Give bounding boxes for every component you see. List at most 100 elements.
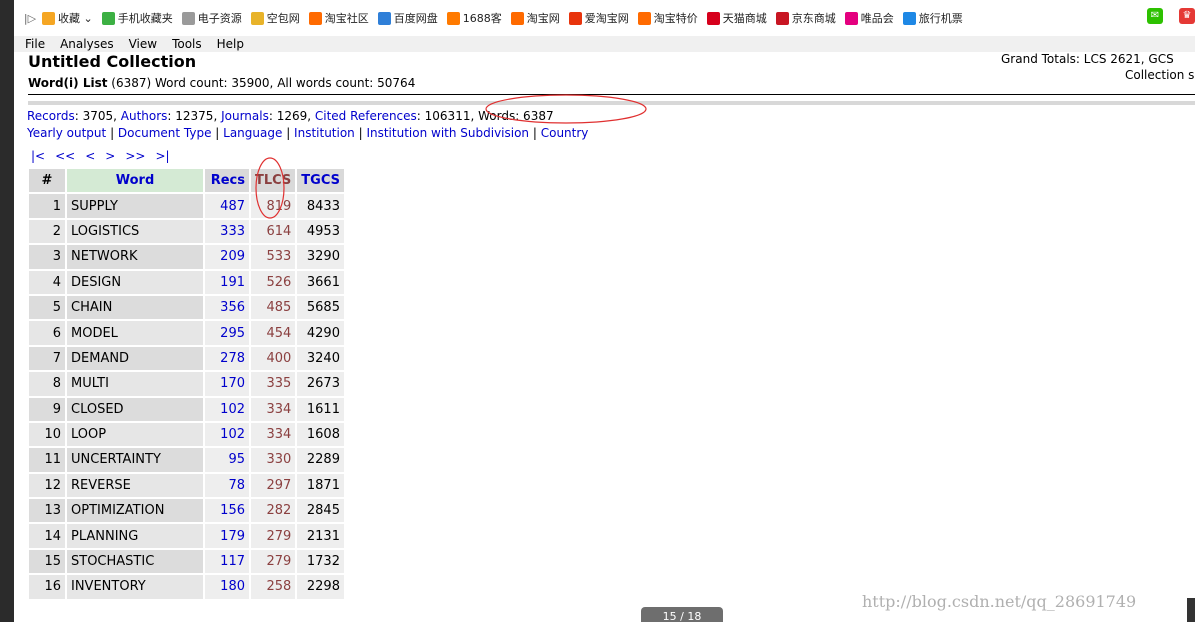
scrollbar-edge[interactable] [1187, 598, 1195, 622]
word-cell[interactable]: UNCERTAINTY [67, 448, 203, 472]
col-header-tgcs[interactable]: TGCS [297, 169, 344, 193]
table-row[interactable]: 8 MULTI 170 335 2673 [29, 372, 344, 396]
tgcs-cell: 2298 [297, 575, 344, 599]
bookmark-item[interactable]: 手机收藏夹 [101, 10, 173, 26]
recs-cell[interactable]: 333 [205, 219, 249, 244]
menu-view[interactable]: View [129, 37, 157, 51]
analysis-link-institution-with-subdivision[interactable]: Institution with Subdivision [366, 126, 529, 140]
word-cell[interactable]: CLOSED [67, 397, 203, 421]
word-cell[interactable]: NETWORK [67, 245, 203, 269]
menu-analyses[interactable]: Analyses [60, 37, 114, 51]
bookmark-item[interactable]: 天猫商城 [706, 10, 767, 26]
last-page-button[interactable]: >| [155, 149, 169, 163]
pager: |< << < > >> >| [31, 149, 180, 163]
stats-link-authors[interactable]: Authors [121, 109, 168, 123]
word-cell[interactable]: LOGISTICS [67, 219, 203, 244]
bookmark-favicon-icon [42, 11, 55, 25]
word-cell[interactable]: LOOP [67, 422, 203, 447]
recs-cell[interactable]: 156 [205, 499, 249, 523]
table-row[interactable]: 1 SUPPLY 487 819 8433 [29, 194, 344, 218]
expand-bookmarks-icon[interactable]: |▷ [18, 12, 42, 25]
bookmark-label: 京东商城 [791, 12, 836, 25]
prev-page-button[interactable]: < [85, 149, 95, 163]
tlcs-cell: 279 [251, 524, 296, 548]
recs-cell[interactable]: 102 [205, 422, 249, 447]
word-cell[interactable]: MULTI [67, 372, 203, 396]
trophy-icon[interactable]: ♛ [1179, 8, 1195, 24]
menu-tools[interactable]: Tools [172, 37, 202, 51]
analysis-link-document-type[interactable]: Document Type [118, 126, 212, 140]
word-cell[interactable]: PLANNING [67, 524, 203, 548]
recs-cell[interactable]: 356 [205, 295, 249, 320]
bookmark-item[interactable]: 淘宝网 [510, 10, 560, 26]
bookmark-item[interactable]: 淘宝特价 [637, 10, 698, 26]
bookmark-item[interactable]: 空包网 [250, 10, 300, 26]
bookmark-item[interactable]: 爱淘宝网 [568, 10, 629, 26]
table-row[interactable]: 10 LOOP 102 334 1608 [29, 422, 344, 447]
table-row[interactable]: 13 OPTIMIZATION 156 282 2845 [29, 499, 344, 523]
table-row[interactable]: 15 STOCHASTIC 117 279 1732 [29, 549, 344, 574]
table-row[interactable]: 4 DESIGN 191 526 3661 [29, 270, 344, 294]
recs-cell[interactable]: 117 [205, 549, 249, 574]
word-cell[interactable]: MODEL [67, 321, 203, 345]
next-page-button[interactable]: > [105, 149, 115, 163]
word-cell[interactable]: STOCHASTIC [67, 549, 203, 574]
bookmark-favicon-icon [101, 11, 115, 25]
stats-link-records[interactable]: Records [27, 109, 75, 123]
wechat-icon[interactable]: ✉ [1147, 8, 1163, 24]
recs-cell[interactable]: 191 [205, 270, 249, 294]
bookmark-item[interactable]: 收藏 ⌄ [42, 10, 93, 26]
recs-cell[interactable]: 209 [205, 245, 249, 269]
analysis-link-country[interactable]: Country [541, 126, 589, 140]
table-row[interactable]: 16 INVENTORY 180 258 2298 [29, 575, 344, 599]
recs-cell[interactable]: 95 [205, 448, 249, 472]
word-cell[interactable]: INVENTORY [67, 575, 203, 599]
word-cell[interactable]: SUPPLY [67, 194, 203, 218]
word-cell[interactable]: DESIGN [67, 270, 203, 294]
table-row[interactable]: 9 CLOSED 102 334 1611 [29, 397, 344, 421]
prev-ten-button[interactable]: << [55, 149, 75, 163]
table-row[interactable]: 3 NETWORK 209 533 3290 [29, 245, 344, 269]
analysis-link-language[interactable]: Language [223, 126, 282, 140]
recs-cell[interactable]: 295 [205, 321, 249, 345]
table-row[interactable]: 6 MODEL 295 454 4290 [29, 321, 344, 345]
recs-cell[interactable]: 179 [205, 524, 249, 548]
table-row[interactable]: 7 DEMAND 278 400 3240 [29, 346, 344, 371]
bookmark-item[interactable]: 1688客 [446, 10, 502, 26]
table-row[interactable]: 2 LOGISTICS 333 614 4953 [29, 219, 344, 244]
recs-cell[interactable]: 487 [205, 194, 249, 218]
stats-link-journals[interactable]: Journals [221, 109, 269, 123]
word-cell[interactable]: CHAIN [67, 295, 203, 320]
col-header-recs[interactable]: Recs [205, 169, 249, 193]
menu-file[interactable]: File [25, 37, 45, 51]
recs-cell[interactable]: 78 [205, 473, 249, 498]
table-row[interactable]: 12 REVERSE 78 297 1871 [29, 473, 344, 498]
table-row[interactable]: 14 PLANNING 179 279 2131 [29, 524, 344, 548]
recs-cell[interactable]: 180 [205, 575, 249, 599]
bookmark-item[interactable]: 电子资源 [181, 10, 242, 26]
word-cell[interactable]: REVERSE [67, 473, 203, 498]
separator: | [529, 126, 541, 140]
word-cell[interactable]: OPTIMIZATION [67, 499, 203, 523]
menu-help[interactable]: Help [217, 37, 244, 51]
col-header-word[interactable]: Word [67, 169, 203, 193]
stats-link-cited-references[interactable]: Cited References [315, 109, 417, 123]
bookmark-item[interactable]: 京东商城 [775, 10, 836, 26]
row-number: 15 [29, 549, 65, 574]
bookmark-item[interactable]: 淘宝社区 [308, 10, 369, 26]
bookmark-item[interactable]: 旅行机票 [902, 10, 963, 26]
recs-cell[interactable]: 278 [205, 346, 249, 371]
first-page-button[interactable]: |< [31, 149, 45, 163]
analysis-link-institution[interactable]: Institution [294, 126, 355, 140]
col-header-tlcs[interactable]: TLCS [251, 169, 296, 193]
table-row[interactable]: 5 CHAIN 356 485 5685 [29, 295, 344, 320]
recs-cell[interactable]: 102 [205, 397, 249, 421]
bookmark-item[interactable]: 百度网盘 [377, 10, 438, 26]
recs-cell[interactable]: 170 [205, 372, 249, 396]
bookmark-item[interactable]: 唯品会 [844, 10, 894, 26]
word-cell[interactable]: DEMAND [67, 346, 203, 371]
analysis-link-yearly-output[interactable]: Yearly output [27, 126, 106, 140]
tlcs-cell: 533 [251, 245, 296, 269]
next-ten-button[interactable]: >> [125, 149, 145, 163]
table-row[interactable]: 11 UNCERTAINTY 95 330 2289 [29, 448, 344, 472]
